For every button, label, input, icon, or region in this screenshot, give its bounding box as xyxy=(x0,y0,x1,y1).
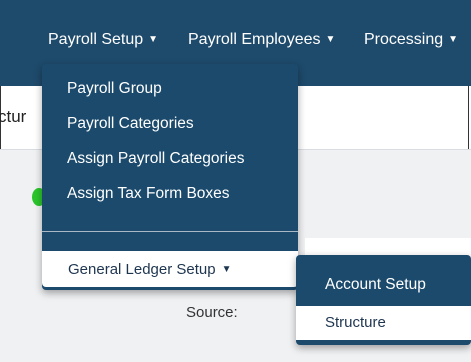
caret-down-icon: ▼ xyxy=(221,264,232,275)
menu-item-payroll-group[interactable]: Payroll Group xyxy=(67,80,162,98)
nav-payroll-setup[interactable]: Payroll Setup ▼ xyxy=(48,31,158,49)
nav-payroll-setup-label: Payroll Setup xyxy=(48,31,144,48)
submenu-item-structure-label: Structure xyxy=(325,314,386,331)
page-title: ctur xyxy=(0,107,27,126)
caret-down-icon: ▼ xyxy=(448,34,459,45)
payroll-setup-dropdown: Payroll Group Payroll Categories Assign … xyxy=(42,64,298,290)
menu-item-assign-tax-form-boxes[interactable]: Assign Tax Form Boxes xyxy=(67,185,230,203)
submenu-item-structure[interactable]: Structure xyxy=(296,306,471,340)
nav-payroll-employees[interactable]: Payroll Employees ▼ xyxy=(188,31,335,49)
source-label: Source: xyxy=(186,304,238,321)
menu-item-payroll-categories[interactable]: Payroll Categories xyxy=(67,115,194,133)
nav-payroll-employees-label: Payroll Employees xyxy=(188,31,321,48)
general-ledger-setup-label: General Ledger Setup xyxy=(68,261,216,278)
menu-item-assign-payroll-categories[interactable]: Assign Payroll Categories xyxy=(67,150,244,168)
caret-down-icon: ▼ xyxy=(148,34,159,45)
menu-item-general-ledger-setup[interactable]: General Ledger Setup ▼ xyxy=(42,251,298,287)
submenu-item-account-setup[interactable]: Account Setup xyxy=(325,276,426,294)
caret-down-icon: ▼ xyxy=(325,34,336,45)
menu-divider xyxy=(42,231,298,232)
nav-processing[interactable]: Processing ▼ xyxy=(364,31,458,49)
general-ledger-submenu: Account Setup Structure xyxy=(296,255,471,345)
nav-processing-label: Processing xyxy=(364,31,444,48)
